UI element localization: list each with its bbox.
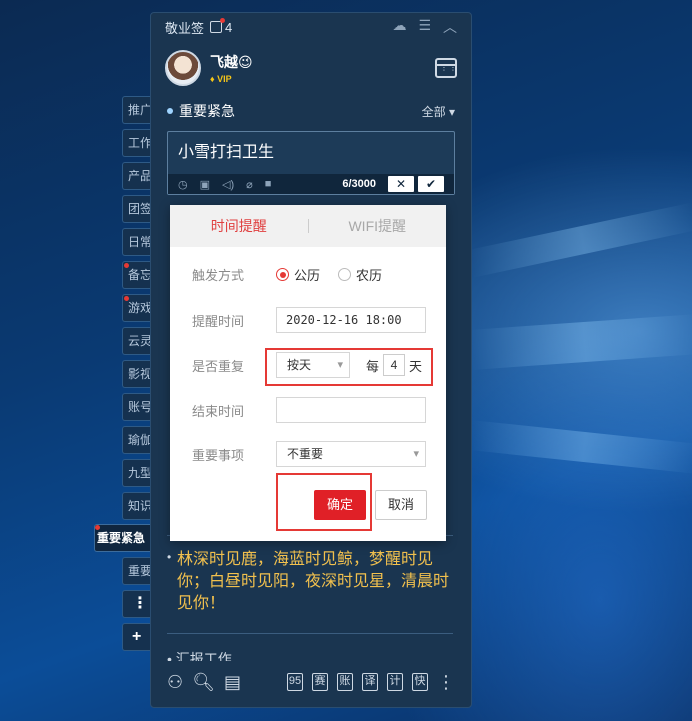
- side-tab-active[interactable]: 重要紧急: [94, 524, 156, 552]
- notes-icon[interactable]: ▤: [224, 672, 241, 693]
- highlight-repeat-box: [265, 348, 433, 386]
- quick-button-race[interactable]: 赛: [312, 673, 329, 691]
- quick-button-95[interactable]: 95: [287, 673, 304, 691]
- section-header: 重要紧急 全部 ▾: [151, 95, 471, 127]
- char-count: 6/3000: [342, 178, 376, 190]
- wallpaper-beam: [468, 420, 692, 474]
- remind-time-row: 提醒时间 2020-12-16 18:00: [192, 307, 428, 333]
- cancel-edit-button[interactable]: ✕: [388, 176, 414, 192]
- importance-row: 重要事项 不重要: [192, 441, 428, 467]
- unread-dot: [95, 525, 100, 530]
- remind-time-label: 提醒时间: [192, 313, 245, 329]
- reminder-dialog: 时间提醒 WIFI提醒 触发方式 公历 农历 提醒时间 2020-12-16 1…: [170, 205, 446, 541]
- cancel-button[interactable]: 取消: [375, 490, 427, 520]
- search-icon[interactable]: 🔍︎: [192, 672, 215, 693]
- wallpaper-beam: [467, 202, 692, 278]
- more-icon[interactable]: ⋮: [437, 672, 455, 693]
- notification-count: 4: [225, 19, 233, 35]
- menu-icon[interactable]: ☰: [418, 17, 431, 37]
- reminder-tabs: 时间提醒 WIFI提醒: [170, 205, 446, 247]
- app-title: 敬业签: [165, 20, 205, 36]
- quick-button-fast[interactable]: 快: [412, 673, 429, 691]
- notification-icon[interactable]: [210, 18, 226, 33]
- editor-toolbar: ◷ ▣ ◁) ⌀ ■ 6/3000 ✕ ✔: [168, 174, 454, 194]
- section-title: 重要紧急: [179, 103, 235, 119]
- solar-calendar-radio[interactable]: 公历: [276, 265, 320, 284]
- note-input[interactable]: 小雪打扫卫生: [168, 132, 454, 168]
- note-item[interactable]: 林深时见鹿，海蓝时见鲸，梦醒时见你；白昼时见阳，夜深时见星，清晨时见你！: [167, 546, 453, 615]
- tab-wifi-reminder[interactable]: WIFI提醒: [309, 216, 447, 236]
- remind-time-input[interactable]: 2020-12-16 18:00: [276, 307, 426, 333]
- profile-bar: 飞越😉 ♦ VIP: [151, 41, 471, 95]
- clock-icon[interactable]: ◷: [178, 178, 188, 191]
- vip-badge: ♦ VIP: [210, 74, 232, 84]
- collapse-icon[interactable]: ︿: [443, 17, 457, 37]
- bottom-toolbar: ⚇ 🔍︎ ▤ 95 赛 账 译 计 快 ⋮: [151, 657, 471, 707]
- quick-button-account[interactable]: 账: [337, 673, 354, 691]
- importance-select[interactable]: 不重要: [276, 441, 426, 467]
- avatar[interactable]: [165, 50, 201, 86]
- end-time-label: 结束时间: [192, 403, 245, 419]
- unread-dot: [124, 296, 129, 301]
- trigger-label: 触发方式: [192, 268, 245, 283]
- users-icon[interactable]: ⚇: [167, 672, 183, 693]
- importance-label: 重要事项: [192, 447, 245, 463]
- color-icon[interactable]: ■: [265, 178, 272, 190]
- confirm-edit-button[interactable]: ✔: [418, 176, 444, 192]
- calendar-icon[interactable]: [435, 58, 458, 78]
- tab-time-reminder[interactable]: 时间提醒: [170, 216, 308, 236]
- attachment-icon[interactable]: ⌀: [246, 178, 253, 191]
- divider: [167, 633, 453, 634]
- lunar-calendar-radio[interactable]: 农历: [338, 265, 382, 284]
- repeat-label: 是否重复: [192, 358, 245, 374]
- confirm-button[interactable]: 确定: [314, 490, 366, 520]
- end-time-input[interactable]: [276, 397, 426, 423]
- quick-button-translate[interactable]: 译: [362, 673, 379, 691]
- bullet-icon: [167, 108, 173, 114]
- unread-dot: [124, 263, 129, 268]
- note-editor[interactable]: 小雪打扫卫生 ◷ ▣ ◁) ⌀ ■ 6/3000 ✕ ✔: [167, 131, 455, 195]
- filter-dropdown[interactable]: 全部 ▾: [422, 103, 455, 120]
- title-bar: 敬业签 4 ☁ ☰ ︿: [151, 13, 471, 41]
- wallpaper-beam: [468, 314, 692, 370]
- end-time-row: 结束时间: [192, 397, 428, 423]
- cloud-icon[interactable]: ☁: [392, 17, 406, 37]
- sound-icon[interactable]: ◁): [222, 178, 234, 191]
- trigger-row: 触发方式 公历 农历: [192, 265, 428, 284]
- image-icon[interactable]: ▣: [200, 178, 210, 191]
- quick-button-calc[interactable]: 计: [387, 673, 404, 691]
- user-name: 飞越😉: [210, 54, 253, 70]
